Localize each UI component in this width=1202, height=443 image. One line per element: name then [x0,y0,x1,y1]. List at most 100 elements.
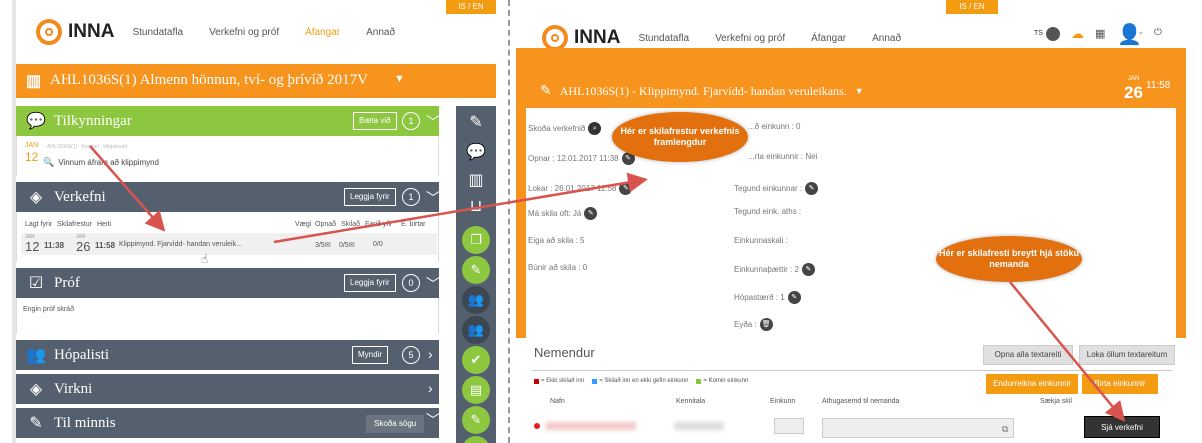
copy-icon[interactable]: ❐ [462,226,490,254]
section-title: Hópalisti [54,346,109,363]
chevron-right-icon[interactable]: › [428,346,433,362]
top-nav: INNA Stundatafla Verkefni og próf Áfanga… [16,14,496,50]
profile-badge-icon[interactable] [1046,27,1060,41]
edit-icon[interactable]: ✎ [462,406,490,434]
more-icon[interactable]: ● [462,436,490,443]
assign-exam-button[interactable]: Leggja fyrir [344,274,396,292]
nav-afangar[interactable]: Áfangar [811,33,846,44]
chat-icon[interactable]: 💬 [464,140,488,164]
student-count: 5 [402,346,420,364]
nav-verkefni[interactable]: Verkefni og próf [715,33,785,44]
open-all-textareas-button[interactable]: Opna alla textareiti [983,345,1073,365]
section-virkni-header[interactable]: ◈ Virkni › [16,374,439,404]
user-initials: TS [1034,30,1043,37]
nav-stundatafla[interactable]: Stundatafla [638,33,689,44]
photos-button[interactable]: Myndir [352,346,389,364]
task-title-bar[interactable]: ✎ AHL1036S(1) - Klippimynd. Fjarvídd- ha… [516,74,1186,108]
announcement-item[interactable]: 🔍 Vinnum áfram að klippimynd [43,157,159,168]
should-submit-field: Eiga að skila : 5 [528,236,585,245]
comment-input[interactable] [822,418,1014,438]
calendar-icon[interactable]: ▦ [1095,27,1105,40]
grade-scale-field: Einkunnaskali : [734,236,788,245]
view-task-field[interactable]: Skoða verkefnið ⌕ [528,122,602,135]
section-verkefni-header[interactable]: ◈ Verkefni Leggja fyrir 1 ﹀ [16,182,440,212]
nav-stundatafla[interactable]: Stundatafla [132,27,183,38]
section-prof-header[interactable]: ☑ Próf Leggja fyrir 0 ﹀ [16,268,440,298]
caret-down-icon: ▼ [394,73,405,85]
assign-task-button[interactable]: Leggja fyrir [344,188,396,206]
edit-icon[interactable]: ✎ [801,263,815,276]
course-title-bar[interactable]: ▥ AHL1036S(1) Almenn hönnun, tví- og þrí… [16,64,496,98]
section-hopalisti-header[interactable]: 👥 Hópalisti Myndir 5 › [16,340,439,370]
task-count: 1 [402,188,420,206]
clipboard-check-icon: ☑ [28,275,44,292]
chevron-down-icon[interactable]: ⌄ [1137,26,1145,37]
recalculate-grades-button[interactable]: Endurreikna einkunnir [986,374,1078,394]
pencil-icon: ✎ [540,83,552,99]
task-table-header: Lagt fyrir Skilafrestur Heiti Vægi Opnað… [25,221,426,228]
edit-icon[interactable]: ✎ [584,207,598,220]
books-icon[interactable]: ▥ [464,168,488,192]
check-circle-icon[interactable]: ✔ [462,346,490,374]
graded-field: ...ð einkunn : 0 [748,122,801,131]
view-history-button[interactable]: Skoða sögu [366,415,425,433]
section-tilkynningar-header[interactable]: 💬 Tilkynningar Bæta við 1 ﹀ [16,106,440,136]
caret-down-icon: ▼ [854,86,864,96]
language-switch[interactable]: IS / EN [946,0,998,14]
add-announcement-button[interactable]: Bæta við [353,112,397,130]
left-pane: IS / EN INNA Stundatafla Verkefni og pró… [16,0,496,443]
section-title: Verkefni [54,188,106,205]
section-til-minnis-header[interactable]: ✎ Til minnis Skoða sögu ﹀ [16,408,440,438]
edit-icon[interactable]: ✎ [787,291,801,304]
grade-input[interactable] [774,418,804,434]
close-all-textareas-button[interactable]: Loka öllum textareitum [1079,345,1175,365]
callout-deadline-extended: Hér er skilafrestur verkefnis framlengdu… [612,112,748,162]
chevron-right-icon[interactable]: › [428,380,433,396]
task-row[interactable]: JAN 12 11:38 JAN 26 11:58 Klippimynd. Fj… [21,233,437,255]
trash-icon[interactable]: 🗑 [759,318,773,331]
chat-icon: 💬 [26,113,46,130]
chevron-down-icon[interactable]: ﹀ [426,188,440,208]
view-task-button[interactable]: Sjá verkefni [1084,416,1160,438]
nav-verkefni[interactable]: Verkefni og próf [209,27,279,38]
chevron-down-icon[interactable]: ﹀ [426,112,440,132]
logo-text: INNA [574,27,621,48]
book-icon[interactable]: ▤ [462,376,490,404]
inna-logo[interactable]: INNA [36,19,114,45]
chevron-down-icon[interactable]: ﹀ [426,274,440,294]
edit-icon[interactable]: ✎ [805,182,819,195]
publish-grades-button[interactable]: Birta einkunnir [1082,374,1158,394]
edit-icon[interactable]: ✎ [619,182,633,195]
expand-textarea-icon[interactable]: ⧉ [1002,424,1008,435]
announcement-meta: AHL1036S(1) · Kennari · klippimynd [47,144,128,150]
date-time: 11:58 [1146,80,1171,91]
power-icon[interactable]: ⏻ [1154,27,1162,38]
grade-note-type-field: Tegund eink. aths : [734,207,802,216]
tray-icon[interactable]: ⊔ [464,194,488,218]
course-title: AHL1036S(1) Almenn hönnun, tví- og þríví… [50,72,368,88]
nav-annad[interactable]: Annað [872,33,901,44]
edit-icon[interactable]: ✎ [462,256,490,284]
group-icon[interactable]: 👥 [462,286,490,314]
task-name: Klippimynd. Fjarvídd- handan veruleik... [119,241,242,248]
search-icon[interactable]: ⌕ [588,122,602,135]
exam-count: 0 [402,274,420,292]
chevron-down-icon[interactable]: ﹀ [426,410,440,430]
logo-text: INNA [68,21,115,42]
task-title: AHL1036S(1) - Klippimynd. Fjarvídd- hand… [559,83,847,98]
language-switch[interactable]: IS / EN [446,0,496,14]
date-month: JAN [1128,76,1140,82]
section-title: Próf [54,274,80,291]
show-grades-field: ...rta einkunnir : Nei [748,152,818,161]
section-divider [532,370,1172,371]
group-size-field: Hópastærð : 1 ✎ [734,291,801,304]
col-name: Nafn [550,398,565,405]
students-title: Nemendur [534,345,595,360]
submitted-field: Búnir að skila : 0 [528,263,588,272]
nav-afangar[interactable]: Áfangar [305,27,340,38]
notification-icon[interactable]: ☁ [1071,26,1084,42]
task-table: Lagt fyrir Skilafrestur Heiti Vægi Opnað… [16,212,439,266]
pencil-icon[interactable]: ✎ [464,110,488,134]
group-add-icon[interactable]: 👥 [462,316,490,344]
nav-annad[interactable]: Annað [366,27,395,38]
